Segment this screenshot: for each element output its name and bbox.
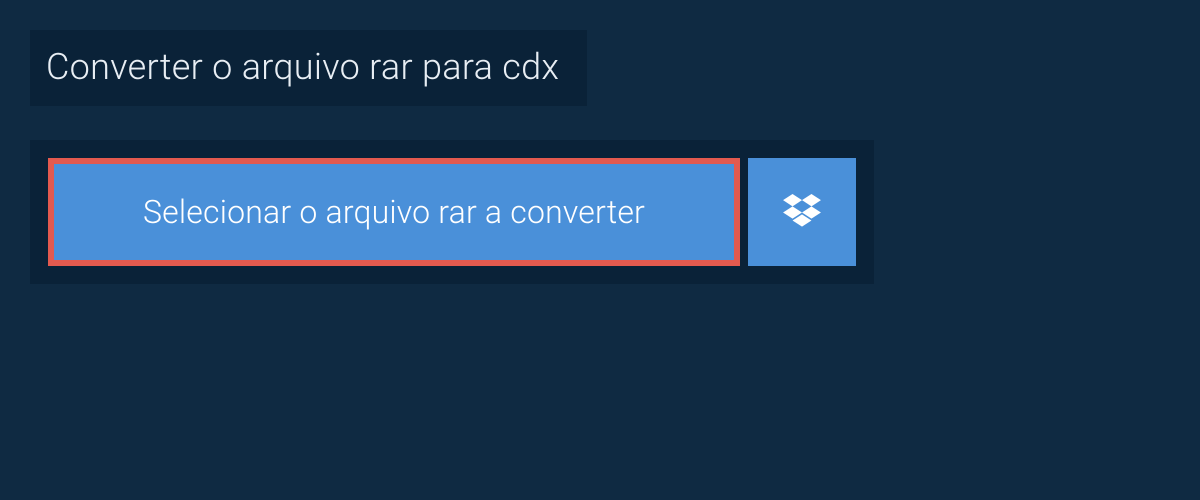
main-container: Converter o arquivo rar para cdx Selecio…: [0, 0, 1200, 314]
select-file-label: Selecionar o arquivo rar a converter: [143, 193, 645, 231]
dropbox-button[interactable]: [748, 158, 856, 266]
select-file-button[interactable]: Selecionar o arquivo rar a converter: [48, 158, 740, 266]
upload-panel: Selecionar o arquivo rar a converter: [30, 140, 874, 284]
page-title: Converter o arquivo rar para cdx: [46, 46, 559, 88]
dropbox-icon: [783, 194, 821, 230]
title-bar: Converter o arquivo rar para cdx: [30, 30, 587, 106]
